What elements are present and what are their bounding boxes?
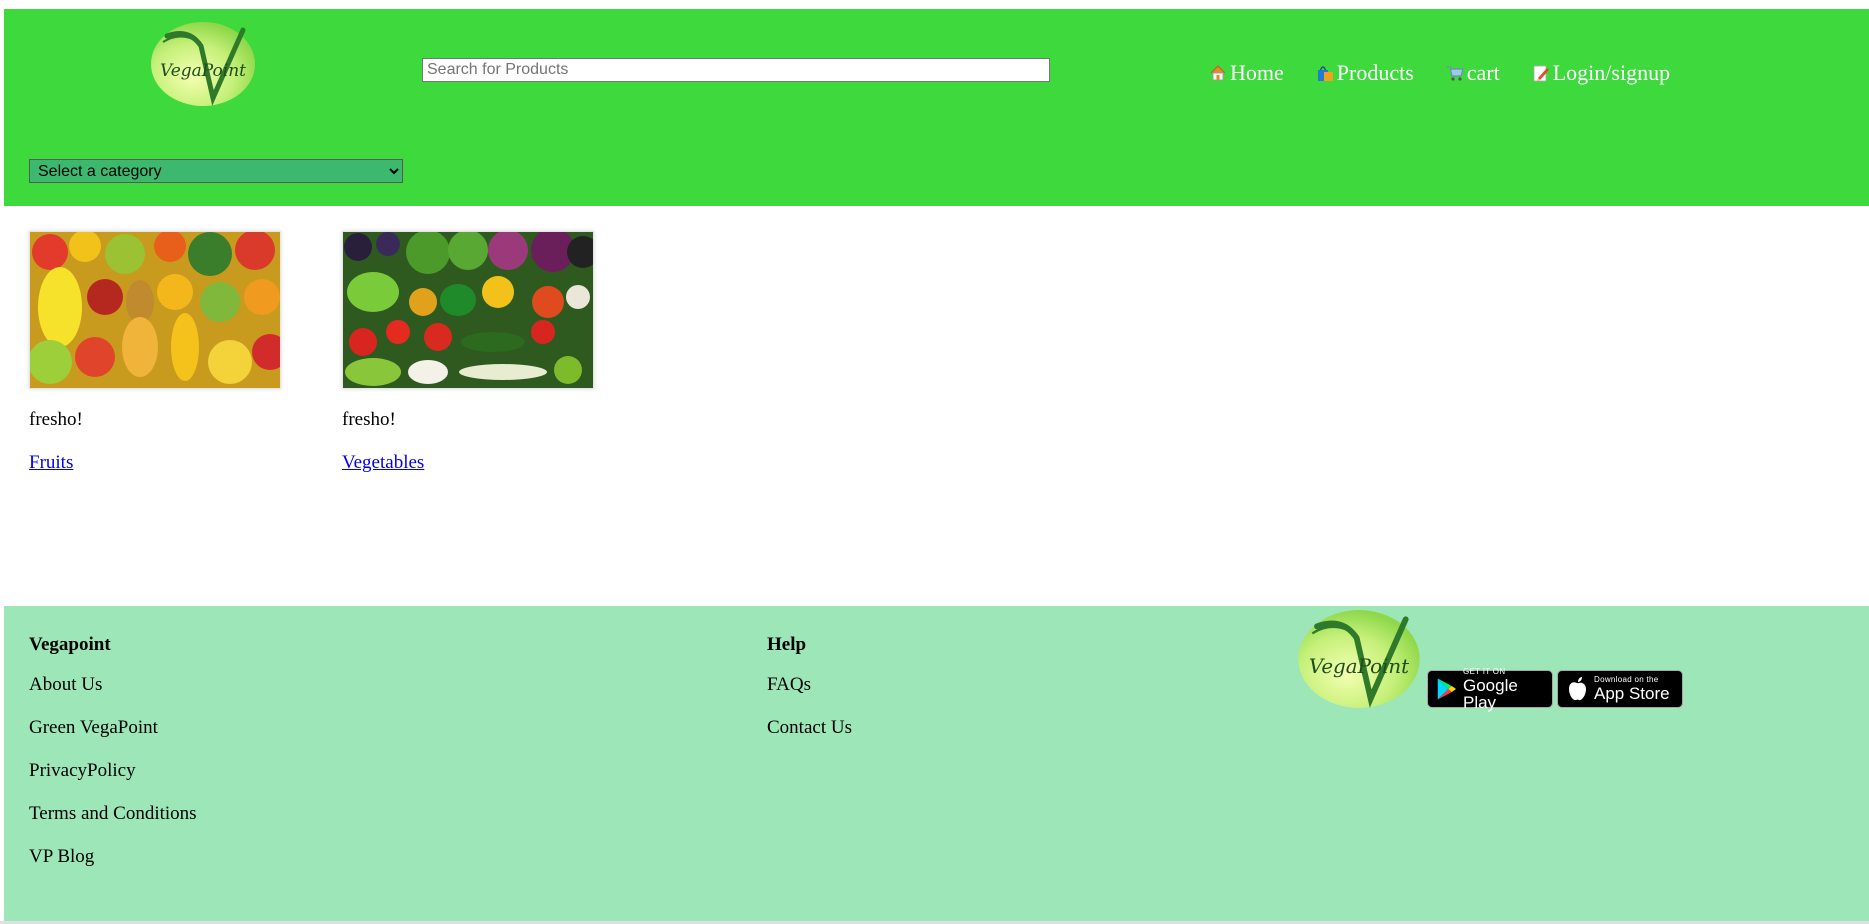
app-store-small: Download on the	[1594, 675, 1659, 684]
footer-heading: Help	[767, 634, 807, 655]
google-play-icon	[1437, 678, 1457, 700]
footer-link-terms[interactable]: Terms and Conditions	[29, 803, 197, 825]
apple-icon	[1569, 677, 1586, 701]
vegetables-link[interactable]: Vegetables	[342, 452, 424, 474]
nav-cart-label: cart	[1466, 60, 1500, 85]
app-store-big: App Store	[1594, 684, 1670, 703]
product-card-vegetables: fresho! Vegetables	[342, 231, 594, 474]
signup-icon	[1533, 65, 1549, 82]
home-icon	[1210, 65, 1226, 81]
nav-home[interactable]: Home	[1209, 60, 1284, 86]
nav-products-label: Products	[1336, 60, 1414, 85]
app-store-badge[interactable]: Download on the App Store	[1557, 670, 1683, 708]
card-tagline: fresho!	[342, 409, 396, 430]
site-header: VegaPoint Home Products	[4, 9, 1869, 206]
google-play-badge[interactable]: GET IT ON Google Play	[1427, 666, 1553, 712]
footer-link-about-us[interactable]: About Us	[29, 674, 197, 696]
vegapoint-logo[interactable]: VegaPoint	[149, 20, 275, 124]
fruits-image[interactable]	[29, 231, 281, 389]
cart-icon	[1446, 66, 1464, 81]
footer-link-contact-us[interactable]: Contact Us	[767, 717, 852, 739]
category-select[interactable]: Select a category	[29, 159, 403, 183]
footer-link-green-vegapoint[interactable]: Green VegaPoint	[29, 717, 197, 739]
search-input[interactable]	[422, 58, 1050, 82]
footer-heading: Vegapoint	[29, 634, 111, 655]
shopping-bag-icon	[1317, 66, 1333, 81]
nav-cart[interactable]: cart	[1446, 60, 1500, 86]
site-footer: Vegapoint About Us Green VegaPoint Priva…	[4, 606, 1869, 921]
footer-link-privacy-policy[interactable]: PrivacyPolicy	[29, 760, 197, 782]
nav-login-signup[interactable]: Login/signup	[1532, 60, 1670, 86]
google-play-big: Google Play	[1462, 675, 1518, 712]
logo-text: VegaPoint	[160, 61, 246, 81]
main-nav: Home Products cart Login/signup	[1209, 58, 1670, 88]
card-tagline: fresho!	[29, 409, 83, 430]
footer-link-faqs[interactable]: FAQs	[767, 674, 852, 696]
product-card-fruits: fresho! Fruits	[29, 231, 281, 474]
page: VegaPoint Home Products	[0, 0, 1869, 924]
nav-home-label: Home	[1230, 60, 1284, 85]
app-store-text: Download on the App Store	[1594, 675, 1670, 703]
nav-products[interactable]: Products	[1316, 60, 1414, 86]
footer-link-vp-blog[interactable]: VP Blog	[29, 846, 197, 868]
vegetables-image[interactable]	[342, 231, 594, 389]
footer-vegapoint-logo: VegaPoint	[1296, 606, 1422, 710]
footer-col-vegapoint: Vegapoint About Us Green VegaPoint Priva…	[29, 634, 197, 889]
google-play-text: GET IT ON Google Play	[1462, 666, 1544, 712]
nav-login-signup-label: Login/signup	[1552, 60, 1671, 85]
footer-logo-text: VegaPoint	[1309, 655, 1409, 678]
fruits-link[interactable]: Fruits	[29, 452, 73, 474]
google-play-small: GET IT ON	[1462, 666, 1506, 676]
footer-col-help: Help FAQs Contact Us	[767, 634, 852, 760]
